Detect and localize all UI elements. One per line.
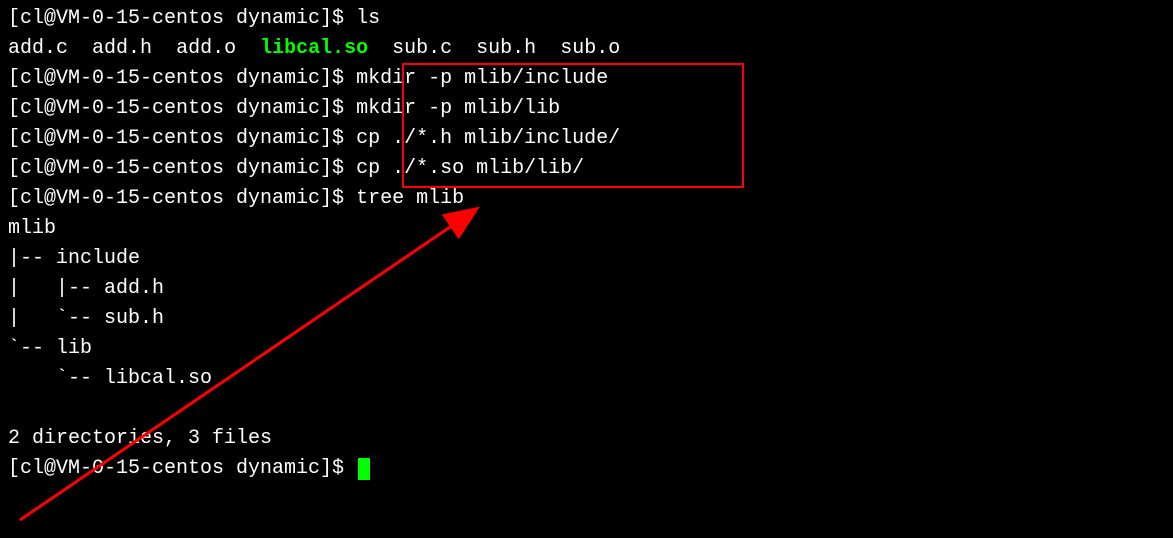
tree-summary: 2 directories, 3 files	[8, 424, 1165, 454]
file-item-shared-lib: libcal.so	[260, 37, 368, 60]
file-item: sub.h	[476, 37, 536, 60]
command-text: mkdir -p mlib/include	[356, 67, 608, 90]
tree-file: | `-- sub.h	[8, 304, 1165, 334]
blank-line	[8, 394, 1165, 424]
tree-dir: `-- lib	[8, 334, 1165, 364]
ls-output-line: add.c add.h add.o libcal.so sub.c sub.h …	[8, 34, 1165, 64]
terminal-line-active[interactable]: [cl@VM-0-15-centos dynamic]$	[8, 454, 1165, 484]
tree-file: | |-- add.h	[8, 274, 1165, 304]
command-text: ls	[356, 7, 380, 30]
command-text: mkdir -p mlib/lib	[356, 97, 560, 120]
cursor	[358, 458, 370, 480]
tree-root: mlib	[8, 214, 1165, 244]
terminal-output: [cl@VM-0-15-centos dynamic]$ ls add.c ad…	[8, 4, 1165, 484]
shell-prompt: [cl@VM-0-15-centos dynamic]$	[8, 457, 356, 480]
shell-prompt: [cl@VM-0-15-centos dynamic]$	[8, 127, 356, 150]
terminal-line: [cl@VM-0-15-centos dynamic]$ cp ./*.h ml…	[8, 124, 1165, 154]
file-item: sub.c	[392, 37, 452, 60]
terminal-line: [cl@VM-0-15-centos dynamic]$ cp ./*.so m…	[8, 154, 1165, 184]
file-item: add.h	[92, 37, 152, 60]
terminal-line: [cl@VM-0-15-centos dynamic]$ ls	[8, 4, 1165, 34]
file-item: add.o	[176, 37, 236, 60]
terminal-line: [cl@VM-0-15-centos dynamic]$ mkdir -p ml…	[8, 94, 1165, 124]
shell-prompt: [cl@VM-0-15-centos dynamic]$	[8, 7, 356, 30]
command-text: tree mlib	[356, 187, 464, 210]
shell-prompt: [cl@VM-0-15-centos dynamic]$	[8, 187, 356, 210]
shell-prompt: [cl@VM-0-15-centos dynamic]$	[8, 97, 356, 120]
file-item: add.c	[8, 37, 68, 60]
shell-prompt: [cl@VM-0-15-centos dynamic]$	[8, 67, 356, 90]
tree-file: `-- libcal.so	[8, 364, 1165, 394]
shell-prompt: [cl@VM-0-15-centos dynamic]$	[8, 157, 356, 180]
command-text: cp ./*.so mlib/lib/	[356, 157, 584, 180]
command-text: cp ./*.h mlib/include/	[356, 127, 620, 150]
terminal-line: [cl@VM-0-15-centos dynamic]$ tree mlib	[8, 184, 1165, 214]
terminal-line: [cl@VM-0-15-centos dynamic]$ mkdir -p ml…	[8, 64, 1165, 94]
file-item: sub.o	[560, 37, 620, 60]
tree-dir: |-- include	[8, 244, 1165, 274]
